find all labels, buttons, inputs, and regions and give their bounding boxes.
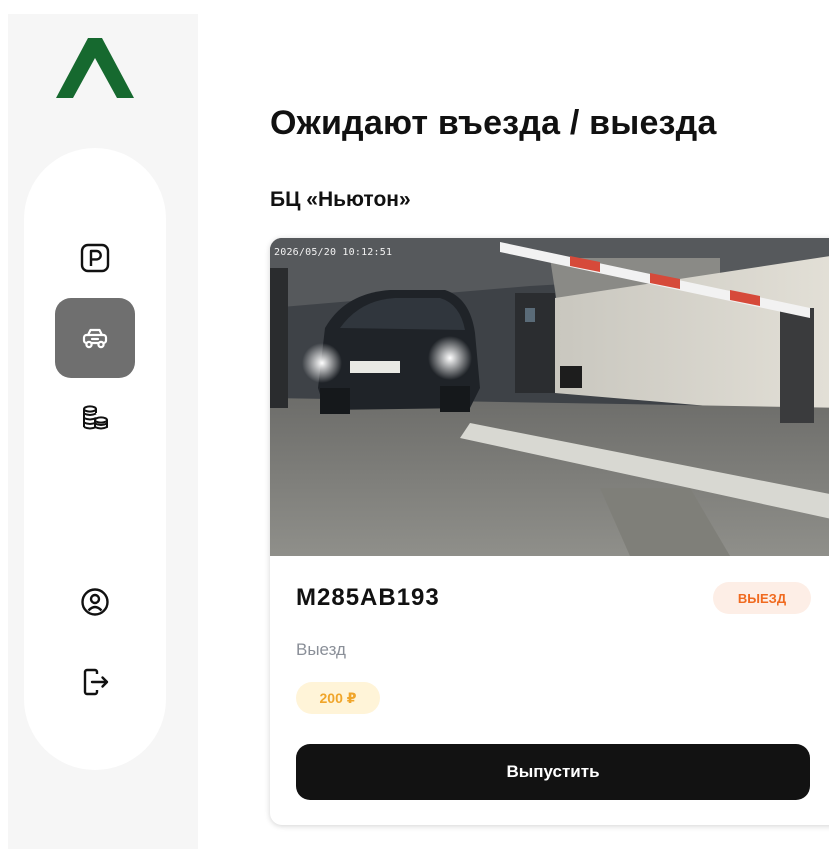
location-title: БЦ «Ньютон» [270, 188, 411, 211]
profile-icon [81, 588, 109, 616]
release-button[interactable]: Выпустить [296, 744, 810, 800]
coins-icon [83, 405, 108, 430]
sidebar-item-cars[interactable] [55, 298, 135, 378]
vehicle-card: 2026/05/20 10:12:51 M285AB193 ВЫЕЗД Выез… [270, 238, 829, 825]
sidebar-item-logout[interactable] [55, 642, 135, 722]
parking-icon [80, 243, 110, 273]
sidebar-item-profile[interactable] [55, 562, 135, 642]
plate-number: M285AB193 [296, 584, 440, 611]
sidebar-item-payments[interactable] [55, 378, 135, 458]
brand-logo-icon[interactable] [50, 34, 140, 100]
car-icon [82, 328, 108, 349]
price-badge: 200 ₽ [296, 682, 380, 714]
camera-snapshot[interactable] [270, 238, 829, 556]
logout-icon [83, 668, 109, 696]
sidebar-item-parking[interactable] [55, 218, 135, 298]
direction-label: Выезд [296, 640, 346, 659]
page-title: Ожидают въезда / выезда [270, 104, 717, 142]
camera-timestamp: 2026/05/20 10:12:51 [274, 247, 393, 258]
direction-badge: ВЫЕЗД [713, 582, 811, 614]
